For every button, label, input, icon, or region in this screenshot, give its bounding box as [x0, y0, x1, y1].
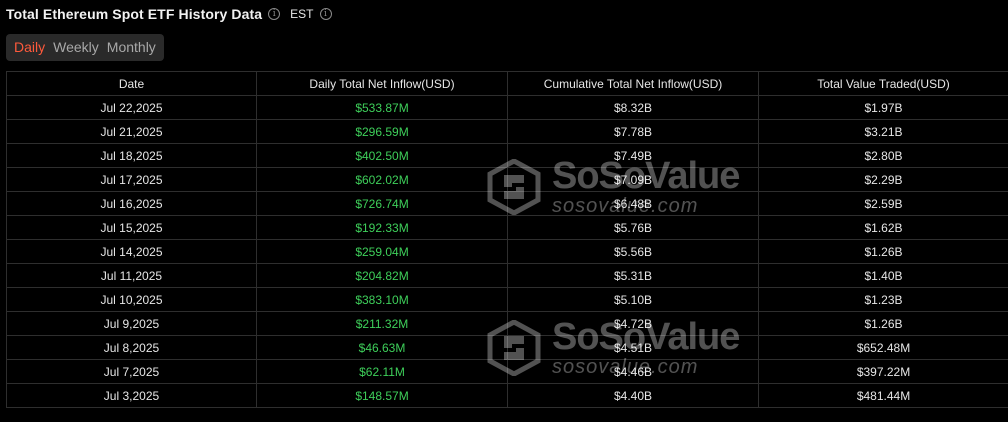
table-row: Jul 17,2025 $602.02M $7.09B $2.29B [6, 167, 1008, 192]
column-header-value-traded[interactable]: Total Value Traded(USD) [758, 71, 1008, 96]
info-icon[interactable]: i [268, 8, 281, 20]
cell-value-traded: $1.26B [758, 311, 1008, 336]
table-row: Jul 15,2025 $192.33M $5.76B $1.62B [6, 215, 1008, 240]
cell-cumulative-inflow: $7.49B [507, 143, 759, 168]
cell-date: Jul 3,2025 [6, 383, 257, 408]
cell-value-traded: $2.29B [758, 167, 1008, 192]
column-header-cumulative-inflow[interactable]: Cumulative Total Net Inflow(USD) [507, 71, 759, 96]
table-row: Jul 21,2025 $296.59M $7.78B $3.21B [6, 119, 1008, 144]
tab-monthly[interactable]: Monthly [103, 34, 160, 61]
table-row: Jul 7,2025 $62.11M $4.46B $397.22M [6, 359, 1008, 384]
cell-daily-inflow: $402.50M [256, 143, 508, 168]
tab-daily[interactable]: Daily [10, 34, 49, 61]
cell-daily-inflow: $726.74M [256, 191, 508, 216]
timezone-info-icon[interactable]: i [319, 8, 332, 20]
cell-date: Jul 15,2025 [6, 215, 257, 240]
cell-daily-inflow: $259.04M [256, 239, 508, 264]
table-row: Jul 18,2025 $402.50M $7.49B $2.80B [6, 143, 1008, 168]
cell-value-traded: $2.59B [758, 191, 1008, 216]
column-header-date[interactable]: Date [6, 71, 257, 96]
cell-cumulative-inflow: $7.78B [507, 119, 759, 144]
cell-cumulative-inflow: $4.72B [507, 311, 759, 336]
cell-value-traded: $1.40B [758, 263, 1008, 288]
cell-cumulative-inflow: $4.46B [507, 359, 759, 384]
cell-value-traded: $3.21B [758, 119, 1008, 144]
cell-cumulative-inflow: $4.51B [507, 335, 759, 360]
cell-cumulative-inflow: $5.56B [507, 239, 759, 264]
cell-cumulative-inflow: $5.31B [507, 263, 759, 288]
cell-date: Jul 21,2025 [6, 119, 257, 144]
cell-date: Jul 8,2025 [6, 335, 257, 360]
cell-date: Jul 17,2025 [6, 167, 257, 192]
table-row: Jul 9,2025 $211.32M $4.72B $1.26B [6, 311, 1008, 336]
timezone-label: EST [290, 7, 314, 21]
page-title: Total Ethereum Spot ETF History Data [6, 6, 263, 22]
cell-daily-inflow: $62.11M [256, 359, 508, 384]
cell-cumulative-inflow: $8.32B [507, 95, 759, 120]
cell-date: Jul 16,2025 [6, 191, 257, 216]
cell-value-traded: $481.44M [758, 383, 1008, 408]
period-tabs: Daily Weekly Monthly [6, 34, 164, 61]
table-row: Jul 11,2025 $204.82M $5.31B $1.40B [6, 263, 1008, 288]
cell-cumulative-inflow: $5.76B [507, 215, 759, 240]
cell-date: Jul 9,2025 [6, 311, 257, 336]
cell-daily-inflow: $148.57M [256, 383, 508, 408]
cell-value-traded: $652.48M [758, 335, 1008, 360]
etf-history-page: Total Ethereum Spot ETF History Data i E… [0, 0, 1008, 422]
cell-value-traded: $1.97B [758, 95, 1008, 120]
cell-daily-inflow: $192.33M [256, 215, 508, 240]
table-row: Jul 8,2025 $46.63M $4.51B $652.48M [6, 335, 1008, 360]
cell-daily-inflow: $533.87M [256, 95, 508, 120]
cell-daily-inflow: $383.10M [256, 287, 508, 312]
header: Total Ethereum Spot ETF History Data i E… [6, 4, 332, 24]
cell-value-traded: $397.22M [758, 359, 1008, 384]
tab-weekly[interactable]: Weekly [49, 34, 103, 61]
cell-date: Jul 14,2025 [6, 239, 257, 264]
table-row: Jul 3,2025 $148.57M $4.40B $481.44M [6, 383, 1008, 408]
cell-cumulative-inflow: $7.09B [507, 167, 759, 192]
table-row: Jul 14,2025 $259.04M $5.56B $1.26B [6, 239, 1008, 264]
cell-value-traded: $1.23B [758, 287, 1008, 312]
cell-cumulative-inflow: $6.48B [507, 191, 759, 216]
table-row: Jul 22,2025 $533.87M $8.32B $1.97B [6, 95, 1008, 120]
cell-date: Jul 18,2025 [6, 143, 257, 168]
table-header-row: Date Daily Total Net Inflow(USD) Cumulat… [6, 71, 1008, 96]
cell-daily-inflow: $602.02M [256, 167, 508, 192]
cell-value-traded: $2.80B [758, 143, 1008, 168]
cell-daily-inflow: $46.63M [256, 335, 508, 360]
cell-date: Jul 10,2025 [6, 287, 257, 312]
cell-daily-inflow: $204.82M [256, 263, 508, 288]
cell-value-traded: $1.62B [758, 215, 1008, 240]
cell-daily-inflow: $296.59M [256, 119, 508, 144]
cell-date: Jul 22,2025 [6, 95, 257, 120]
table-row: Jul 16,2025 $726.74M $6.48B $2.59B [6, 191, 1008, 216]
cell-cumulative-inflow: $5.10B [507, 287, 759, 312]
table-row: Jul 10,2025 $383.10M $5.10B $1.23B [6, 287, 1008, 312]
cell-date: Jul 7,2025 [6, 359, 257, 384]
history-table-container: Date Daily Total Net Inflow(USD) Cumulat… [6, 71, 1008, 408]
cell-daily-inflow: $211.32M [256, 311, 508, 336]
cell-cumulative-inflow: $4.40B [507, 383, 759, 408]
column-header-daily-inflow[interactable]: Daily Total Net Inflow(USD) [256, 71, 508, 96]
cell-date: Jul 11,2025 [6, 263, 257, 288]
cell-value-traded: $1.26B [758, 239, 1008, 264]
history-table: Date Daily Total Net Inflow(USD) Cumulat… [6, 71, 1008, 408]
